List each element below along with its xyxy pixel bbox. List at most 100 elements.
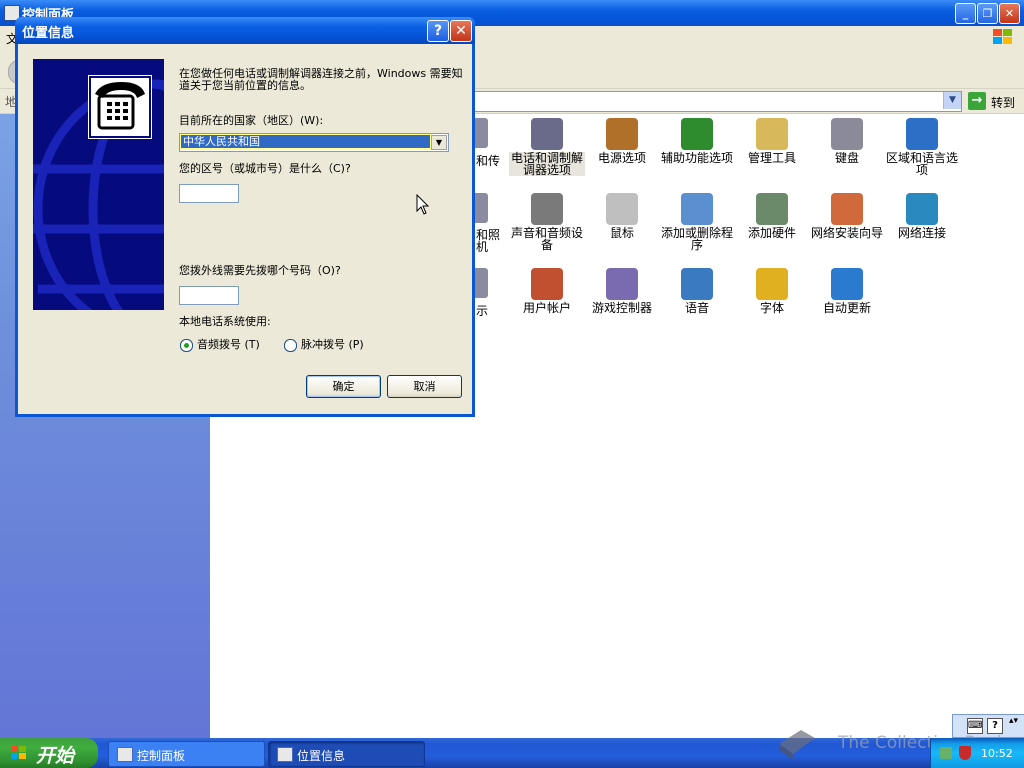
- cp-item-keyboard[interactable]: 键盘: [809, 118, 885, 164]
- cp-item-mouse[interactable]: 鼠标: [584, 193, 660, 239]
- cp-item-label: 管理工具: [747, 151, 796, 165]
- country-select-value: 中华人民共和国: [180, 134, 431, 149]
- cp-item-fonts[interactable]: 字体: [734, 268, 810, 314]
- add-hardware-icon: [756, 193, 788, 225]
- book-icon: [779, 730, 815, 760]
- pulse-dial-label[interactable]: 脉冲拨号 (P): [301, 339, 364, 351]
- cp-item-speech[interactable]: 语音: [659, 268, 735, 314]
- partial-label: 示: [476, 304, 489, 318]
- power-icon: [606, 118, 638, 150]
- keyboard-icon[interactable]: ⌨: [967, 718, 983, 734]
- control-panel-icon: [117, 747, 133, 762]
- telephone-icon: [88, 75, 152, 139]
- partial-label: 机: [476, 240, 489, 254]
- regional-icon: [906, 118, 938, 150]
- dialog-titlebar[interactable]: 位置信息 ? ✕: [15, 17, 475, 44]
- address-dropdown-icon[interactable]: ▼: [943, 92, 961, 109]
- tone-dial-radio[interactable]: [180, 339, 193, 352]
- mouse-icon: [606, 193, 638, 225]
- close-button[interactable]: ✕: [999, 3, 1020, 24]
- network-setup-icon: [831, 193, 863, 225]
- tone-dial-label[interactable]: 音频拨号 (T): [197, 339, 260, 351]
- location-info-dialog: 位置信息 ? ✕ 在您做任何电话或调制解调器连接之前，Windows 需要知道关…: [15, 17, 475, 417]
- cp-item-network-setup[interactable]: 网络安装向导: [809, 193, 885, 239]
- outside-line-input[interactable]: [179, 286, 239, 305]
- cp-item-phone-modem[interactable]: 电话和调制解调器选项: [509, 118, 585, 176]
- cp-item-label: 用户帐户: [522, 301, 571, 315]
- cp-item-label: 电源选项: [597, 151, 646, 165]
- game-controllers-icon: [606, 268, 638, 300]
- area-code-input[interactable]: [179, 184, 239, 203]
- cp-item-label: 游戏控制器: [591, 301, 652, 315]
- cp-item-label: 区域和语言选项: [885, 151, 958, 177]
- maximize-button[interactable]: ❐: [977, 3, 998, 24]
- dialog-close-button[interactable]: ✕: [450, 20, 472, 42]
- taskbar-item-location-info[interactable]: 位置信息: [268, 741, 425, 767]
- minimize-button[interactable]: _: [955, 3, 976, 24]
- cp-item-label: 辅助功能选项: [660, 151, 733, 165]
- cp-item-user-accounts[interactable]: 用户帐户: [509, 268, 585, 314]
- clock[interactable]: 10:52: [981, 747, 1013, 760]
- taskbar-item-label: 控制面板: [137, 749, 186, 763]
- cp-item-label: 键盘: [834, 151, 859, 165]
- go-button[interactable]: 转到: [991, 94, 1015, 111]
- globe-banner: [33, 59, 164, 310]
- windows-logo-icon: [993, 29, 1012, 44]
- speech-icon: [681, 268, 713, 300]
- ok-button[interactable]: 确定: [306, 375, 381, 398]
- network-tray-icon[interactable]: [940, 747, 952, 759]
- outside-line-label: 您拨外线需要先拨哪个号码（O)?: [179, 264, 341, 277]
- admin-tools-icon: [756, 118, 788, 150]
- address-input[interactable]: [470, 91, 962, 112]
- sound-icon: [531, 193, 563, 225]
- fonts-icon: [756, 268, 788, 300]
- intro-text: 在您做任何电话或调制解调器连接之前，Windows 需要知道关于您当前位置的信息…: [179, 67, 463, 92]
- cp-item-game-controllers[interactable]: 游戏控制器: [584, 268, 660, 314]
- cp-item-label: 自动更新: [822, 301, 871, 315]
- cp-item-admin-tools[interactable]: 管理工具: [734, 118, 810, 164]
- cancel-button[interactable]: 取消: [387, 375, 462, 398]
- taskbar-item-control-panel[interactable]: 控制面板: [108, 741, 265, 767]
- cp-item-label: 字体: [759, 301, 784, 315]
- network-conn-icon: [906, 193, 938, 225]
- cp-item-label: 鼠标: [609, 226, 634, 240]
- windows-flag-icon: [11, 746, 26, 759]
- accessibility-icon: [681, 118, 713, 150]
- help-button[interactable]: ?: [427, 20, 449, 42]
- cp-item-label: 语音: [684, 301, 709, 315]
- cp-item-label: 添加硬件: [747, 226, 796, 240]
- cp-item-add-remove[interactable]: 添加或删除程序: [659, 193, 735, 251]
- options-icon[interactable]: ▴▾: [1009, 716, 1018, 726]
- cp-item-label: 声音和音频设备: [510, 226, 583, 252]
- user-accounts-icon: [531, 268, 563, 300]
- help-icon[interactable]: ?: [987, 718, 1003, 734]
- cp-item-auto-update[interactable]: 自动更新: [809, 268, 885, 314]
- security-shield-icon[interactable]: [959, 746, 971, 760]
- window-icon: [277, 747, 293, 762]
- cp-item-label: 网络连接: [897, 226, 946, 240]
- cp-item-add-hardware[interactable]: 添加硬件: [734, 193, 810, 239]
- add-remove-icon: [681, 193, 713, 225]
- partial-label: 和传: [476, 154, 501, 168]
- mouse-cursor-icon: [416, 194, 430, 215]
- go-arrow-icon[interactable]: →: [968, 92, 986, 110]
- cp-item-label: 网络安装向导: [810, 226, 883, 240]
- cp-item-accessibility[interactable]: 辅助功能选项: [659, 118, 735, 164]
- chevron-down-icon[interactable]: ▼: [431, 135, 447, 150]
- cp-item-power[interactable]: 电源选项: [584, 118, 660, 164]
- cp-item-label: 电话和调制解调器选项: [509, 151, 585, 177]
- keyboard-icon: [831, 118, 863, 150]
- start-label[interactable]: 开始: [36, 741, 74, 768]
- dialog-title: 位置信息: [22, 26, 75, 41]
- country-label: 目前所在的国家（地区）(W):: [179, 114, 324, 127]
- phone-system-label: 本地电话系统使用:: [179, 315, 271, 328]
- pulse-dial-radio[interactable]: [284, 339, 297, 352]
- cp-item-network-conn[interactable]: 网络连接: [884, 193, 960, 239]
- taskbar-item-label: 位置信息: [297, 749, 346, 763]
- cp-item-regional[interactable]: 区域和语言选项: [884, 118, 960, 176]
- dialog-body: 在您做任何电话或调制解调器连接之前，Windows 需要知道关于您当前位置的信息…: [18, 44, 472, 414]
- country-select[interactable]: 中华人民共和国 ▼: [179, 133, 449, 152]
- phone-modem-icon: [531, 118, 563, 150]
- cp-item-sound[interactable]: 声音和音频设备: [509, 193, 585, 251]
- cp-item-label: 添加或删除程序: [660, 226, 733, 252]
